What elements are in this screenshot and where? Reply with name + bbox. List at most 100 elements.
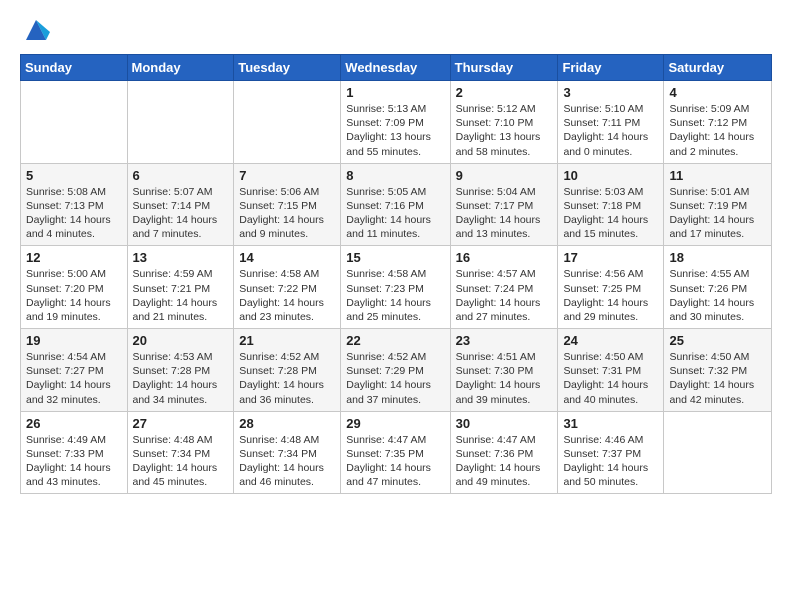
day-info: Sunrise: 5:08 AM Sunset: 7:13 PM Dayligh… <box>26 185 122 242</box>
day-info: Sunrise: 5:10 AM Sunset: 7:11 PM Dayligh… <box>563 102 658 159</box>
day-number: 20 <box>133 333 229 348</box>
day-info: Sunrise: 5:07 AM Sunset: 7:14 PM Dayligh… <box>133 185 229 242</box>
calendar-cell: 22 Sunrise: 4:52 AM Sunset: 7:29 PM Dayli… <box>341 329 450 412</box>
day-info: Sunrise: 4:50 AM Sunset: 7:32 PM Dayligh… <box>669 350 766 407</box>
day-info: Sunrise: 5:04 AM Sunset: 7:17 PM Dayligh… <box>456 185 553 242</box>
day-info: Sunrise: 4:47 AM Sunset: 7:36 PM Dayligh… <box>456 433 553 490</box>
calendar-cell: 12Sunrise: 5:00 AM Sunset: 7:20 PM Dayli… <box>21 246 128 329</box>
calendar-cell: 21 Sunrise: 4:52 AM Sunset: 7:28 PM Dayli… <box>234 329 341 412</box>
day-number: 12 <box>26 250 122 265</box>
day-info: Sunrise: 5:01 AM Sunset: 7:19 PM Dayligh… <box>669 185 766 242</box>
calendar-cell: 31 Sunrise: 4:46 AM Sunset: 7:37 PM Dayli… <box>558 411 664 494</box>
day-info: Sunrise: 4:54 AM Sunset: 7:27 PM Dayligh… <box>26 350 122 407</box>
day-info: Sunrise: 4:51 AM Sunset: 7:30 PM Dayligh… <box>456 350 553 407</box>
calendar-cell: 16 Sunrise: 4:57 AM Sunset: 7:24 PM Dayli… <box>450 246 558 329</box>
calendar-cell: 10Sunrise: 5:03 AM Sunset: 7:18 PM Dayli… <box>558 163 664 246</box>
weekday-monday: Monday <box>127 55 234 81</box>
day-number: 5 <box>26 168 122 183</box>
day-number: 28 <box>239 416 335 431</box>
day-number: 21 <box>239 333 335 348</box>
day-number: 19 <box>26 333 122 348</box>
day-info: Sunrise: 4:46 AM Sunset: 7:37 PM Dayligh… <box>563 433 658 490</box>
day-info: Sunrise: 4:58 AM Sunset: 7:22 PM Dayligh… <box>239 267 335 324</box>
day-number: 25 <box>669 333 766 348</box>
day-number: 11 <box>669 168 766 183</box>
calendar-cell: 19 Sunrise: 4:54 AM Sunset: 7:27 PM Dayli… <box>21 329 128 412</box>
calendar-cell: 1Sunrise: 5:13 AM Sunset: 7:09 PM Daylig… <box>341 81 450 164</box>
day-number: 15 <box>346 250 444 265</box>
day-number: 30 <box>456 416 553 431</box>
day-number: 29 <box>346 416 444 431</box>
calendar-cell <box>664 411 772 494</box>
day-number: 2 <box>456 85 553 100</box>
calendar-cell: 29 Sunrise: 4:47 AM Sunset: 7:35 PM Dayli… <box>341 411 450 494</box>
day-number: 18 <box>669 250 766 265</box>
day-info: Sunrise: 5:13 AM Sunset: 7:09 PM Dayligh… <box>346 102 444 159</box>
day-info: Sunrise: 5:09 AM Sunset: 7:12 PM Dayligh… <box>669 102 766 159</box>
day-number: 16 <box>456 250 553 265</box>
calendar-cell: 15Sunrise: 4:58 AM Sunset: 7:23 PM Dayli… <box>341 246 450 329</box>
day-info: Sunrise: 5:06 AM Sunset: 7:15 PM Dayligh… <box>239 185 335 242</box>
weekday-wednesday: Wednesday <box>341 55 450 81</box>
calendar-cell: 8Sunrise: 5:05 AM Sunset: 7:16 PM Daylig… <box>341 163 450 246</box>
calendar-cell <box>21 81 128 164</box>
day-info: Sunrise: 4:57 AM Sunset: 7:24 PM Dayligh… <box>456 267 553 324</box>
day-number: 10 <box>563 168 658 183</box>
day-info: Sunrise: 4:59 AM Sunset: 7:21 PM Dayligh… <box>133 267 229 324</box>
calendar-cell: 20Sunrise: 4:53 AM Sunset: 7:28 PM Dayli… <box>127 329 234 412</box>
day-number: 31 <box>563 416 658 431</box>
day-number: 24 <box>563 333 658 348</box>
day-info: Sunrise: 4:55 AM Sunset: 7:26 PM Dayligh… <box>669 267 766 324</box>
day-info: Sunrise: 4:52 AM Sunset: 7:28 PM Dayligh… <box>239 350 335 407</box>
calendar-week-5: 26 Sunrise: 4:49 AM Sunset: 7:33 PM Dayli… <box>21 411 772 494</box>
calendar-cell: 7 Sunrise: 5:06 AM Sunset: 7:15 PM Daylig… <box>234 163 341 246</box>
page: SundayMondayTuesdayWednesdayThursdayFrid… <box>0 0 792 612</box>
calendar-week-2: 5 Sunrise: 5:08 AM Sunset: 7:13 PM Daylig… <box>21 163 772 246</box>
calendar-cell: 23 Sunrise: 4:51 AM Sunset: 7:30 PM Dayli… <box>450 329 558 412</box>
weekday-saturday: Saturday <box>664 55 772 81</box>
weekday-tuesday: Tuesday <box>234 55 341 81</box>
calendar-header: SundayMondayTuesdayWednesdayThursdayFrid… <box>21 55 772 81</box>
calendar-cell: 24Sunrise: 4:50 AM Sunset: 7:31 PM Dayli… <box>558 329 664 412</box>
calendar-week-3: 12Sunrise: 5:00 AM Sunset: 7:20 PM Dayli… <box>21 246 772 329</box>
day-number: 9 <box>456 168 553 183</box>
calendar-cell: 26 Sunrise: 4:49 AM Sunset: 7:33 PM Dayli… <box>21 411 128 494</box>
calendar-cell: 3 Sunrise: 5:10 AM Sunset: 7:11 PM Daylig… <box>558 81 664 164</box>
day-number: 7 <box>239 168 335 183</box>
day-info: Sunrise: 4:48 AM Sunset: 7:34 PM Dayligh… <box>133 433 229 490</box>
logo <box>20 16 50 44</box>
day-number: 13 <box>133 250 229 265</box>
day-info: Sunrise: 4:49 AM Sunset: 7:33 PM Dayligh… <box>26 433 122 490</box>
calendar-cell <box>234 81 341 164</box>
calendar-cell: 13 Sunrise: 4:59 AM Sunset: 7:21 PM Dayli… <box>127 246 234 329</box>
calendar-cell: 14Sunrise: 4:58 AM Sunset: 7:22 PM Dayli… <box>234 246 341 329</box>
day-info: Sunrise: 4:52 AM Sunset: 7:29 PM Dayligh… <box>346 350 444 407</box>
weekday-thursday: Thursday <box>450 55 558 81</box>
day-number: 22 <box>346 333 444 348</box>
calendar-cell: 6 Sunrise: 5:07 AM Sunset: 7:14 PM Daylig… <box>127 163 234 246</box>
weekday-sunday: Sunday <box>21 55 128 81</box>
header <box>20 16 772 44</box>
calendar-body: 1Sunrise: 5:13 AM Sunset: 7:09 PM Daylig… <box>21 81 772 494</box>
day-number: 3 <box>563 85 658 100</box>
calendar-cell: 2 Sunrise: 5:12 AM Sunset: 7:10 PM Daylig… <box>450 81 558 164</box>
calendar-week-1: 1Sunrise: 5:13 AM Sunset: 7:09 PM Daylig… <box>21 81 772 164</box>
day-info: Sunrise: 4:56 AM Sunset: 7:25 PM Dayligh… <box>563 267 658 324</box>
day-number: 26 <box>26 416 122 431</box>
calendar-cell: 4 Sunrise: 5:09 AM Sunset: 7:12 PM Daylig… <box>664 81 772 164</box>
calendar-cell: 25 Sunrise: 4:50 AM Sunset: 7:32 PM Dayli… <box>664 329 772 412</box>
calendar-cell <box>127 81 234 164</box>
day-number: 8 <box>346 168 444 183</box>
day-number: 23 <box>456 333 553 348</box>
day-number: 6 <box>133 168 229 183</box>
day-number: 4 <box>669 85 766 100</box>
calendar-week-4: 19 Sunrise: 4:54 AM Sunset: 7:27 PM Dayli… <box>21 329 772 412</box>
day-number: 17 <box>563 250 658 265</box>
weekday-header-row: SundayMondayTuesdayWednesdayThursdayFrid… <box>21 55 772 81</box>
day-info: Sunrise: 5:12 AM Sunset: 7:10 PM Dayligh… <box>456 102 553 159</box>
calendar-cell: 30 Sunrise: 4:47 AM Sunset: 7:36 PM Dayli… <box>450 411 558 494</box>
calendar-cell: 11 Sunrise: 5:01 AM Sunset: 7:19 PM Dayli… <box>664 163 772 246</box>
day-info: Sunrise: 4:47 AM Sunset: 7:35 PM Dayligh… <box>346 433 444 490</box>
calendar-cell: 5 Sunrise: 5:08 AM Sunset: 7:13 PM Daylig… <box>21 163 128 246</box>
day-number: 27 <box>133 416 229 431</box>
